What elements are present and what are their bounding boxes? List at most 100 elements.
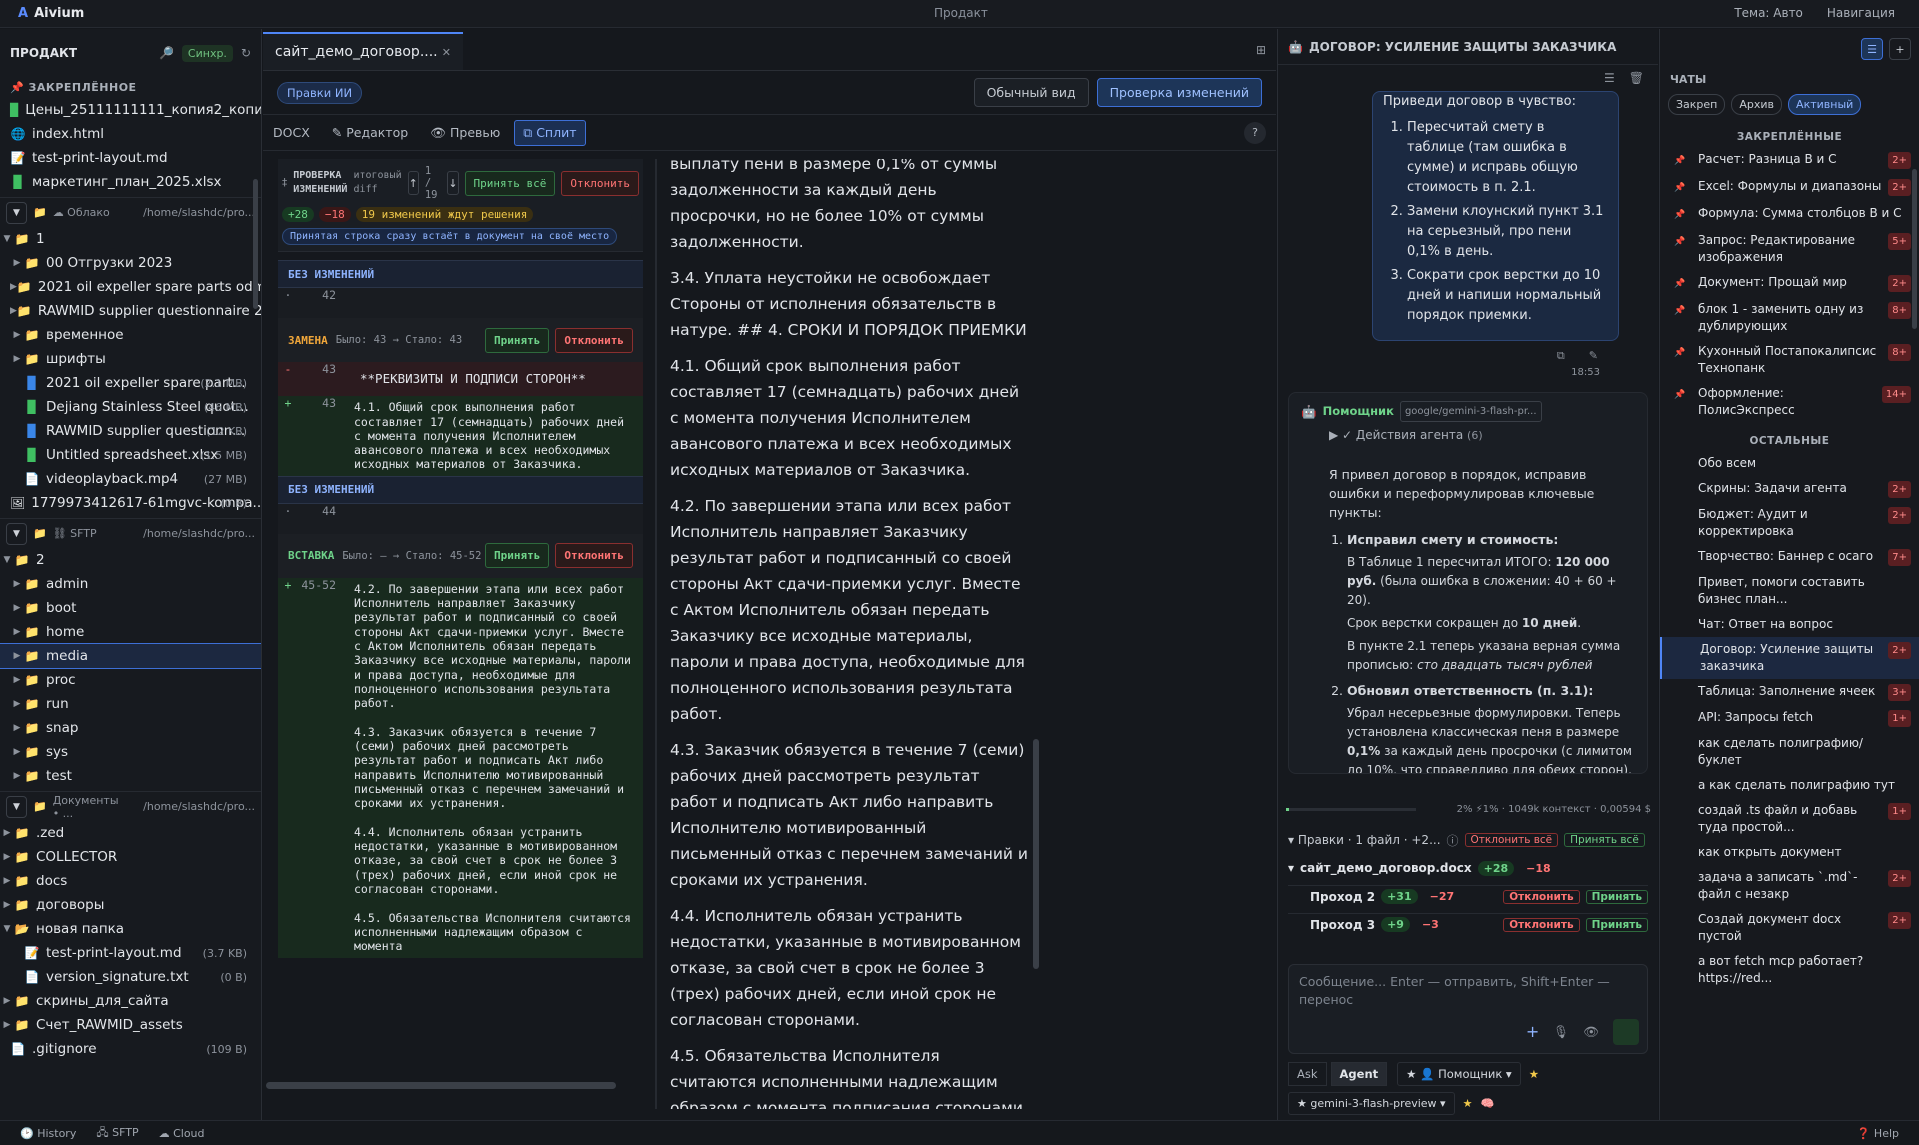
chat-item[interactable]: Творчество: Баннер с осаго 7+ [1660, 544, 1919, 570]
chat-item[interactable]: 📌 Формула: Сумма столбцов В и С [1660, 201, 1919, 228]
pinned-item[interactable]: ▉ маркетинг_план_2025.xlsx [0, 170, 261, 194]
chat-item[interactable]: API: Запросы fetch 1+ [1660, 705, 1919, 731]
tree-file[interactable]: 📄 videoplayback.mp4 (27 MB) [0, 467, 261, 491]
mount-header[interactable]: ▼ 📁 ⛓ SFTP /home/slashdc/pro... [0, 518, 261, 548]
chat-item[interactable]: Бюджет: Аудит и корректировка 2+ [1660, 502, 1919, 544]
refresh-icon[interactable]: ↻ [241, 46, 251, 60]
ai-edits-badge[interactable]: Правки ИИ [277, 81, 363, 104]
accept-button[interactable]: Принять [485, 327, 550, 353]
tree-file[interactable]: ▉ RAWMID supplier questionn... (12 KB) [0, 419, 261, 443]
arrow-up-icon[interactable]: ↑ [407, 171, 419, 195]
split-view-icon[interactable]: ⊞ [1256, 43, 1266, 57]
help-button[interactable]: ❓ Help [1857, 1127, 1899, 1140]
cloud-button[interactable]: ☁ Cloud [159, 1127, 205, 1140]
tree-folder[interactable]: ▶📁RAWMID supplier questionnaire 202... [0, 299, 261, 323]
pinned-item[interactable]: ▉Цены_25111111111_копия2_копия.... [0, 98, 261, 122]
tree-folder[interactable]: ▶ 📁 proc [0, 668, 261, 692]
tree-folder[interactable]: ▶ 📁 договоры [0, 893, 261, 917]
chat-item[interactable]: создай .ts файл и добавь туда простой...… [1660, 798, 1919, 840]
chat-item[interactable]: 📌 Расчет: Разница В и С 2+ [1660, 147, 1919, 174]
chat-item[interactable]: Договор: Усиление защиты заказчика 2+ [1660, 637, 1919, 679]
copy-icon[interactable]: ⧉ [1557, 349, 1565, 363]
tree-folder[interactable]: ▶ 📁 admin [0, 572, 261, 596]
agent-mode-button[interactable]: Agent [1330, 1062, 1388, 1086]
chat-item[interactable]: Обо всем [1660, 451, 1919, 476]
scrollbar[interactable] [1912, 169, 1917, 329]
accept-button[interactable]: Принять [1585, 889, 1648, 904]
pinned-item[interactable]: 📝 test-print-layout.md [0, 146, 261, 170]
sync-button[interactable]: Синхр. [181, 44, 233, 62]
chat-item[interactable]: Чат: Ответ на вопрос [1660, 612, 1919, 637]
navigation-button[interactable]: Навигация [1827, 6, 1895, 20]
split-mode-button[interactable]: ⧉ Сплит [514, 119, 586, 146]
reject-button[interactable]: Отклонить [1503, 917, 1580, 932]
search-icon[interactable]: 🔎 [159, 46, 174, 60]
split-divider[interactable] [655, 159, 657, 1109]
new-chat-icon[interactable]: + [1889, 38, 1911, 60]
accept-all-button[interactable]: Принять всё [1564, 833, 1645, 847]
model-select[interactable]: ★ gemini-3-flash-preview ▾ [1288, 1092, 1455, 1115]
reject-all-button[interactable]: Отклонить [561, 170, 639, 196]
chat-item[interactable]: Скрины: Задачи агента 2+ [1660, 476, 1919, 502]
tree-folder[interactable]: ▶ 📁 docs [0, 869, 261, 893]
chat-item[interactable]: 📌 блок 1 - заменить одну из дублирующих 8+ [1660, 297, 1919, 339]
chat-item[interactable]: а как сделать полиграфию тут [1660, 773, 1919, 798]
preview-mode-button[interactable]: 👁 Превью [422, 121, 508, 145]
changed-file[interactable]: ▾ сайт_демо_договор.docx +28 −18 [1288, 857, 1648, 879]
chat-item[interactable]: как сделать полиграфию/буклет [1660, 731, 1919, 773]
tree-folder[interactable]: ▶ 📁 Счет_RAWMID_assets [0, 1013, 261, 1037]
tree-folder[interactable]: ▶ 📁 test [0, 764, 261, 788]
chat-item[interactable]: 📌 Документ: Прощай мир 2+ [1660, 270, 1919, 297]
assistant-select[interactable]: ★ 👤 Помощник ▾ [1397, 1062, 1521, 1086]
eye-icon[interactable]: 👁 [1583, 1023, 1599, 1041]
chat-item[interactable]: Таблица: Заполнение ячеек 3+ [1660, 679, 1919, 705]
changes-toggle[interactable]: ▾ Правки · 1 файл · +2... [1288, 833, 1441, 847]
help-icon[interactable]: ⓘ [1447, 832, 1459, 849]
history-button[interactable]: 🕑 History [20, 1127, 76, 1140]
tree-file[interactable]: 📄 .gitignore (109 B) [0, 1037, 261, 1061]
chevron-down-icon[interactable]: ▼ [6, 522, 27, 545]
tree-folder[interactable]: ▶ 📁 boot [0, 596, 261, 620]
tree-folder[interactable]: ▶ 📁 sys [0, 740, 261, 764]
scrollbar[interactable] [253, 179, 258, 309]
brain-icon[interactable]: 🧠 [1480, 1097, 1494, 1110]
editor-mode-button[interactable]: ✎ Редактор [324, 121, 416, 144]
filter-active[interactable]: Активный [1788, 94, 1862, 115]
sftp-button[interactable]: 🖧 SFTP [96, 1124, 138, 1143]
chat-item[interactable]: Привет, помоги составить бизнес план... [1660, 570, 1919, 612]
arrow-down-icon[interactable]: ↓ [447, 171, 459, 195]
chat-item[interactable]: 📌 Кухонный Постапокалипсис Технопанк 8+ [1660, 339, 1919, 381]
chat-item[interactable]: 📌 Запрос: Редактирование изображения 5+ [1660, 228, 1919, 270]
tree-folder[interactable]: ▶ 📁 скрины_для_сайта [0, 989, 261, 1013]
tree-file[interactable]: 📄 version_signature.txt (0 B) [0, 965, 261, 989]
horizontal-scrollbar[interactable] [266, 1082, 616, 1089]
star-icon[interactable]: ★ [1463, 1097, 1473, 1110]
tree-folder[interactable]: ▼ 📁 1 [0, 227, 261, 251]
close-icon[interactable]: ✕ [442, 46, 451, 59]
reject-button[interactable]: Отклонить [555, 543, 633, 569]
chat-item[interactable]: а вот fetch mcp работает? https://red... [1660, 949, 1919, 991]
menu-icon[interactable]: ☰ [1604, 71, 1615, 85]
list-view-icon[interactable]: ☰ [1861, 38, 1883, 60]
tree-folder[interactable]: ▶ 📁 run [0, 692, 261, 716]
tree-folder[interactable]: ▶ 📁 COLLECTOR [0, 845, 261, 869]
reject-all-button[interactable]: Отклонить всё [1464, 833, 1559, 847]
normal-view-button[interactable]: Обычный вид [973, 78, 1089, 107]
help-icon[interactable]: ? [1244, 121, 1266, 144]
tree-file[interactable]: ▉ Untitled spreadsheet.xlsx (1.5 MB) [0, 443, 261, 467]
accept-button[interactable]: Принять [1585, 917, 1648, 932]
tree-folder[interactable]: ▶ 📁 временное [0, 323, 261, 347]
tree-folder-selected[interactable]: ▶ 📁 media [0, 643, 261, 669]
chevron-down-icon[interactable]: ▼ [6, 201, 27, 224]
plus-icon[interactable]: + [1526, 1023, 1539, 1041]
agent-actions-toggle[interactable]: ▶ ✓ Действия агента (6) [1329, 426, 1635, 445]
star-icon[interactable]: ★ [1529, 1067, 1539, 1081]
chevron-down-icon[interactable]: ▼ [6, 795, 27, 818]
accept-button[interactable]: Принять [485, 543, 550, 569]
chat-item[interactable]: задача а записать `.md`-файл с незакр 2+ [1660, 865, 1919, 907]
tree-folder[interactable]: ▶ 📁 шрифты [0, 347, 261, 371]
tree-folder[interactable]: ▶ 📁 .zed [0, 821, 261, 845]
review-changes-button[interactable]: Проверка изменений [1096, 78, 1262, 107]
send-button[interactable] [1613, 1019, 1639, 1045]
chat-item[interactable]: Создай документ docx пустой 2+ [1660, 907, 1919, 949]
